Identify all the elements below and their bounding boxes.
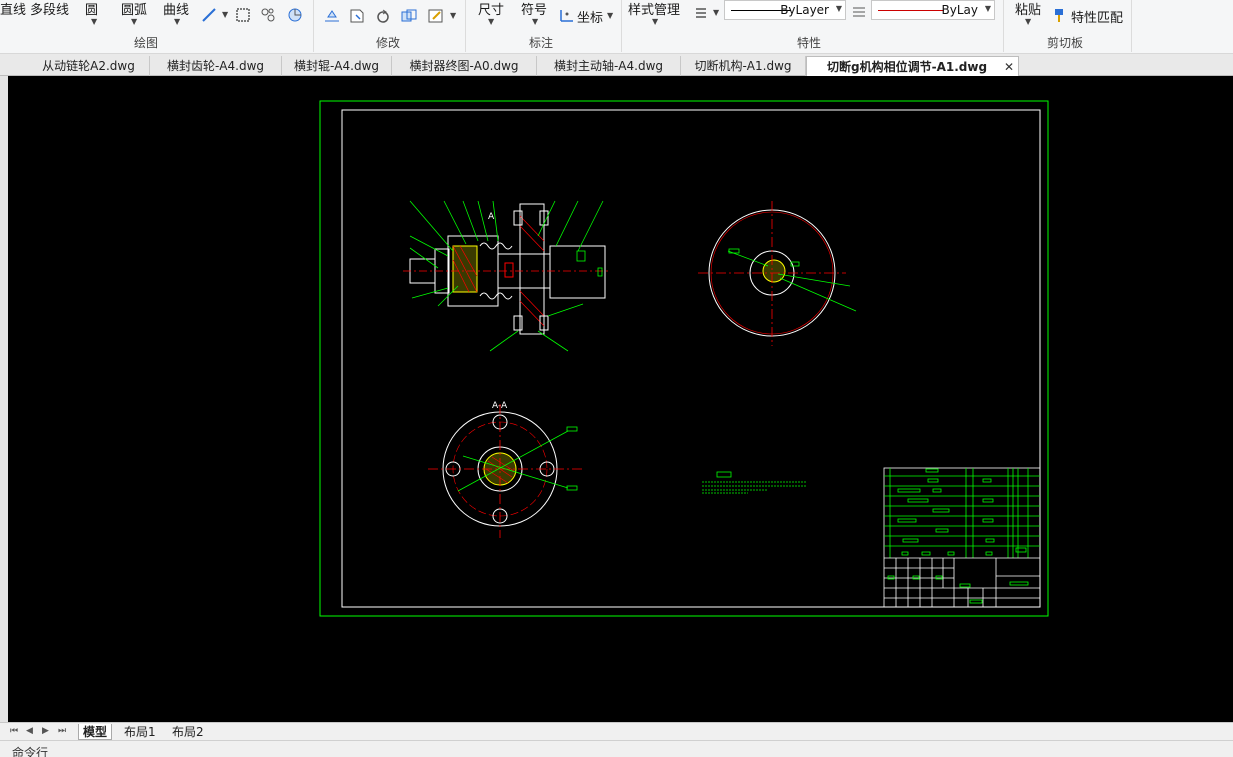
arc-dropdown-icon[interactable]: ▼ — [131, 17, 137, 26]
mirror-icon[interactable] — [323, 7, 341, 25]
color-combo[interactable]: ByLay ▼ — [871, 0, 995, 20]
group-divider — [465, 0, 466, 52]
linetype-dropdown-icon[interactable]: ▼ — [836, 4, 842, 13]
group-divider — [1003, 0, 1004, 52]
layout-tabs-bar: ⏮ ◀ ▶ ⏭ 模型 布局1 布局2 — [0, 722, 1233, 740]
left-panel-strip[interactable] — [0, 76, 8, 722]
dimension-button[interactable]: 尺寸 — [478, 0, 504, 18]
curve-dropdown-icon[interactable]: ▼ — [174, 17, 180, 26]
tab-document[interactable]: 横封器终图-A0.dwg — [392, 56, 537, 76]
move-icon[interactable] — [348, 7, 366, 25]
tab-document[interactable]: 横封辊-A4.dwg — [282, 56, 392, 76]
disc-front-view — [698, 201, 857, 346]
circle-dropdown-icon[interactable]: ▼ — [91, 17, 97, 26]
coordinate-button[interactable]: 坐标 — [577, 7, 603, 26]
layer-icon[interactable] — [693, 4, 711, 22]
command-line[interactable]: 命令行 — [0, 740, 1233, 757]
paste-dropdown-icon[interactable]: ▼ — [1025, 17, 1031, 26]
last-layout-icon[interactable]: ⏭ — [58, 726, 66, 736]
copy-icon[interactable] — [400, 7, 418, 25]
dimension-dropdown-icon[interactable]: ▼ — [488, 17, 494, 26]
tab-document[interactable]: 切断机构-A1.dwg — [681, 56, 806, 76]
draw-group-label: 绘图 — [134, 36, 159, 50]
color-value: ByLay — [941, 3, 978, 17]
modify-group-label: 修改 — [376, 36, 401, 50]
rect-icon[interactable] — [234, 6, 252, 24]
region-icon[interactable] — [286, 6, 304, 24]
properties-group-label: 特性 — [797, 36, 822, 50]
section-marker-label: A — [488, 212, 495, 222]
style-manager-button[interactable]: 样式管理 — [628, 0, 680, 18]
linetype-combo[interactable]: ByLayer ▼ — [724, 0, 846, 20]
curve-button[interactable]: 曲线 — [163, 0, 189, 18]
properties-icon[interactable] — [427, 7, 445, 25]
tab-document[interactable]: 从动链轮A2.dwg — [28, 56, 150, 76]
coordinate-dropdown-icon[interactable]: ▼ — [607, 11, 613, 20]
tab-document[interactable]: 横封主动轴-A4.dwg — [537, 56, 681, 76]
layout-tab-model[interactable]: 模型 — [78, 724, 113, 740]
arc-button[interactable]: 圆弧 — [121, 0, 147, 18]
line-dropdown-icon[interactable]: ▼ — [222, 10, 228, 19]
hatch-icon[interactable] — [259, 6, 277, 24]
layout-tab-layout2[interactable]: 布局2 — [172, 724, 204, 740]
match-properties-icon[interactable] — [1052, 6, 1070, 24]
drawing-border — [341, 109, 1041, 608]
document-tabs: 从动链轮A2.dwg 横封齿轮-A4.dwg 横封辊-A4.dwg 横封器终图-… — [0, 54, 1233, 76]
circle-button[interactable]: 圆 — [85, 0, 98, 18]
clipboard-group-label: 剪切板 — [1047, 36, 1084, 50]
command-line-label: 命令行 — [12, 746, 49, 757]
layout-tab-layout1[interactable]: 布局1 — [124, 724, 156, 740]
group-divider — [313, 0, 314, 52]
line-button[interactable]: 直线 — [0, 0, 26, 18]
line-icon[interactable] — [200, 6, 218, 24]
polyline-button[interactable]: 多段线 — [30, 0, 69, 18]
symbol-button[interactable]: 符号 — [521, 0, 547, 18]
style-manager-dropdown-icon[interactable]: ▼ — [652, 17, 658, 26]
color-preview — [878, 10, 944, 11]
linetype-value: ByLayer — [780, 3, 829, 17]
ribbon: 直线 多段线 圆 ▼ 圆弧 ▼ 曲线 ▼ ▼ 绘图 ▼ 修改 尺寸 ▼ 符号 ▼… — [0, 0, 1233, 54]
tab-document-active[interactable]: 切断g机构相位调节-A1.dwg ✕ — [806, 56, 1019, 76]
drawing-canvas[interactable]: A A-A — [8, 76, 1233, 722]
annotation-group-label: 标注 — [529, 36, 554, 50]
section-aa-view: A-A — [428, 401, 583, 538]
next-layout-icon[interactable]: ▶ — [42, 726, 49, 736]
group-divider — [621, 0, 622, 52]
drawing-svg: A A-A — [319, 100, 1049, 617]
group-divider — [1131, 0, 1132, 52]
prev-layout-icon[interactable]: ◀ — [26, 726, 33, 736]
layer-dropdown-icon[interactable]: ▼ — [713, 8, 719, 17]
lineweight-icon[interactable] — [850, 3, 868, 21]
technical-notes — [702, 471, 806, 494]
close-icon[interactable]: ✕ — [1004, 57, 1014, 77]
tab-document[interactable]: 横封齿轮-A4.dwg — [150, 56, 282, 76]
drawing-frame — [319, 100, 1049, 617]
assembly-section-view: A — [403, 200, 608, 352]
tab-active-label: 切断g机构相位调节-A1.dwg — [827, 60, 988, 74]
match-properties-button[interactable]: 特性匹配 — [1071, 7, 1123, 26]
color-dropdown-icon[interactable]: ▼ — [985, 4, 991, 13]
modify-dropdown-icon[interactable]: ▼ — [450, 11, 456, 20]
rotate-icon[interactable] — [374, 7, 392, 25]
paste-button[interactable]: 粘贴 — [1015, 0, 1041, 18]
symbol-dropdown-icon[interactable]: ▼ — [532, 17, 538, 26]
first-layout-icon[interactable]: ⏮ — [10, 726, 18, 736]
coordinate-icon[interactable] — [558, 6, 576, 24]
title-block — [883, 467, 1041, 608]
